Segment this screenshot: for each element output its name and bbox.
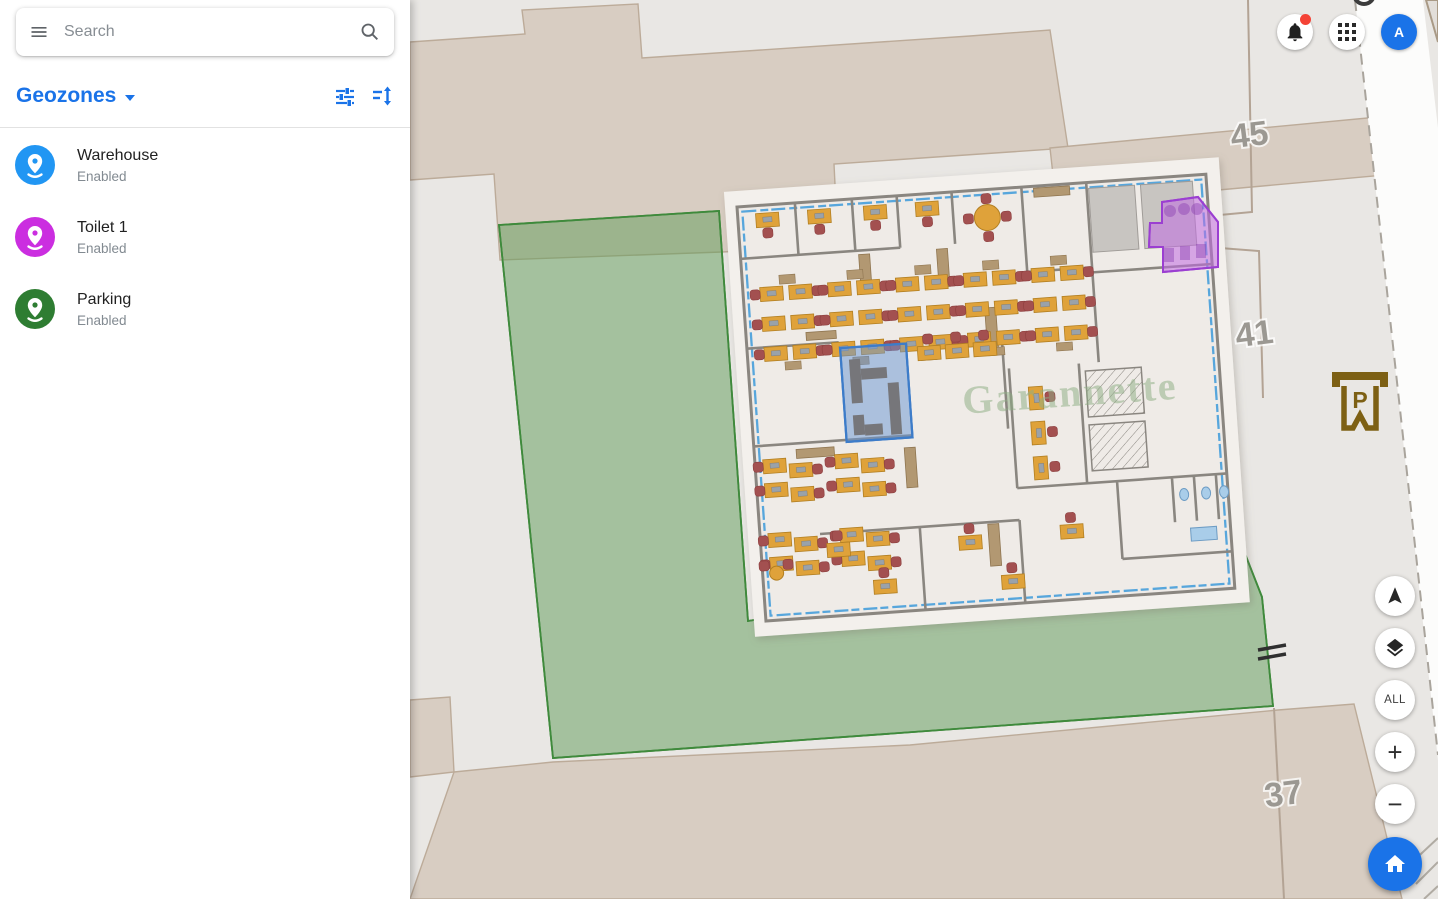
- sort-icon: [370, 84, 394, 108]
- zoom-in-button[interactable]: +: [1375, 732, 1415, 772]
- geozone-name: Toilet 1: [77, 219, 128, 237]
- zoom-out-button[interactable]: −: [1375, 784, 1415, 824]
- minus-icon: −: [1387, 791, 1402, 817]
- list-item-toilet-1[interactable]: Toilet 1 Enabled: [0, 201, 410, 273]
- notifications-button[interactable]: [1277, 14, 1313, 50]
- geozone-status: Enabled: [77, 313, 131, 328]
- all-label: ALL: [1384, 694, 1406, 706]
- search-input[interactable]: [62, 22, 346, 42]
- geozone-name: Warehouse: [77, 147, 158, 165]
- layers-button[interactable]: [1375, 628, 1415, 668]
- menu-button[interactable]: [29, 22, 49, 42]
- search-bar: [16, 8, 394, 56]
- plus-icon: +: [1387, 739, 1402, 765]
- search-button[interactable]: [359, 21, 381, 43]
- account-avatar[interactable]: A: [1381, 14, 1417, 50]
- notification-badge: [1300, 14, 1311, 25]
- map-area: Garannette 45 41 37: [410, 0, 1438, 899]
- geozone-status: Enabled: [77, 169, 158, 184]
- sidebar: Geozones: [0, 0, 410, 899]
- map-canvas[interactable]: Garannette 45 41 37: [410, 0, 1438, 899]
- compass-button[interactable]: [1375, 576, 1415, 616]
- geozones-dropdown[interactable]: Geozones: [16, 84, 135, 108]
- navigation-arrow-icon: [1384, 585, 1406, 607]
- geozone-status: Enabled: [77, 241, 128, 256]
- svg-text:P: P: [1352, 387, 1367, 413]
- geozone-name: Parking: [77, 291, 131, 309]
- search-icon: [359, 21, 381, 43]
- apps-button[interactable]: [1329, 14, 1365, 50]
- geozone-pin-icon: [15, 217, 55, 257]
- page-title: Geozones: [16, 84, 116, 108]
- parcel-number-37: 37: [1262, 773, 1304, 815]
- parcel-number-45: 45: [1228, 114, 1270, 156]
- geozone-warehouse-polygon[interactable]: [840, 344, 912, 442]
- avatar-letter: A: [1394, 24, 1404, 40]
- home-icon: [1383, 852, 1407, 876]
- app-window: Garannette 45 41 37: [0, 0, 1438, 899]
- filter-button[interactable]: [333, 84, 357, 108]
- geozone-pin-icon: [15, 145, 55, 185]
- hamburger-icon: [29, 22, 49, 42]
- tune-icon: [333, 84, 357, 108]
- chevron-down-icon: [125, 95, 135, 101]
- sort-button[interactable]: [370, 84, 394, 108]
- home-button[interactable]: [1368, 837, 1422, 891]
- geozone-pin-icon: [15, 289, 55, 329]
- layers-icon: [1384, 637, 1406, 659]
- list-header: Geozones: [16, 78, 394, 114]
- list-item-parking[interactable]: Parking Enabled: [0, 273, 410, 345]
- parcel-number-41: 41: [1233, 313, 1275, 355]
- divider: [0, 127, 410, 128]
- list-item-warehouse[interactable]: Warehouse Enabled: [0, 129, 410, 201]
- show-all-button[interactable]: ALL: [1375, 680, 1415, 720]
- apps-grid-icon: [1338, 23, 1356, 41]
